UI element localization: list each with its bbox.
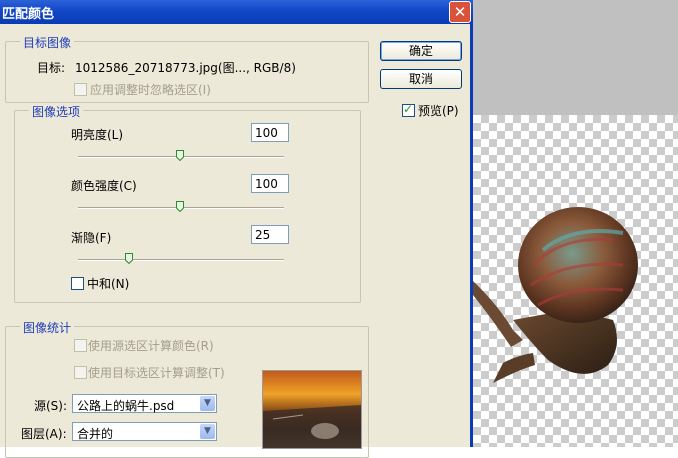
use-source-selection-checkbox[interactable] (74, 339, 87, 352)
close-icon[interactable]: ✕ (449, 1, 471, 23)
chevron-down-icon[interactable]: ▼ (200, 396, 215, 411)
image-options-group: 图像选项 明亮度(L) 100 颜色强度(C) 100 渐隐(F) 25 中和(… (14, 103, 361, 303)
target-label: 目标: (37, 61, 66, 75)
workspace-background (473, 0, 678, 115)
layer-select[interactable]: 合并的 ▼ (72, 422, 217, 441)
snail-image (473, 207, 638, 383)
document-canvas (473, 115, 678, 447)
match-color-dialog: 目标图像 目标: 1012586_20718773.jpg(图..., RGB/… (0, 24, 470, 458)
target-image-group: 目标图像 目标: 1012586_20718773.jpg(图..., RGB/… (5, 34, 369, 103)
layer-select-value: 合并的 (77, 427, 114, 441)
chevron-down-icon[interactable]: ▼ (200, 424, 215, 439)
use-target-selection-label: 使用目标选区计算调整(T) (88, 366, 225, 380)
ignore-selection-checkbox[interactable] (74, 83, 87, 96)
source-select-value: 公路上的蜗牛.psd (77, 399, 175, 413)
use-source-selection-label: 使用源选区计算颜色(R) (88, 339, 214, 353)
fade-slider[interactable] (78, 259, 284, 261)
fade-label: 渐隐(F) (71, 231, 112, 245)
source-label: 源(S): (34, 399, 68, 413)
cancel-button[interactable]: 取消 (380, 69, 462, 89)
target-image-legend: 目标图像 (20, 34, 75, 51)
brightness-input[interactable]: 100 (251, 123, 289, 142)
image-options-legend: 图像选项 (29, 103, 84, 120)
ignore-selection-label: 应用调整时忽略选区(I) (90, 83, 211, 97)
target-value: 1012586_20718773.jpg(图..., RGB/8) (75, 61, 296, 75)
neutralize-label: 中和(N) (87, 277, 130, 291)
neutralize-checkbox[interactable] (71, 277, 84, 290)
preview-checkbox[interactable] (402, 102, 415, 117)
use-target-selection-checkbox[interactable] (74, 366, 87, 379)
dialog-title-bar[interactable]: 匹配颜色 ✕ (0, 0, 473, 24)
brightness-slider-thumb[interactable] (176, 150, 184, 161)
source-select[interactable]: 公路上的蜗牛.psd ▼ (72, 394, 217, 413)
layer-label: 图层(A): (21, 427, 67, 441)
ok-button[interactable]: 确定 (380, 41, 462, 61)
source-thumbnail (262, 370, 362, 449)
fade-input[interactable]: 25 (251, 225, 289, 244)
color-intensity-slider-thumb[interactable] (176, 201, 184, 212)
brightness-label: 明亮度(L) (71, 128, 124, 142)
fade-slider-thumb[interactable] (125, 253, 133, 264)
dialog-title: 匹配颜色 (2, 7, 55, 22)
image-statistics-legend: 图像统计 (20, 319, 75, 336)
preview-label: 预览(P) (418, 104, 459, 118)
color-intensity-input[interactable]: 100 (251, 174, 289, 193)
color-intensity-label: 颜色强度(C) (71, 179, 137, 193)
